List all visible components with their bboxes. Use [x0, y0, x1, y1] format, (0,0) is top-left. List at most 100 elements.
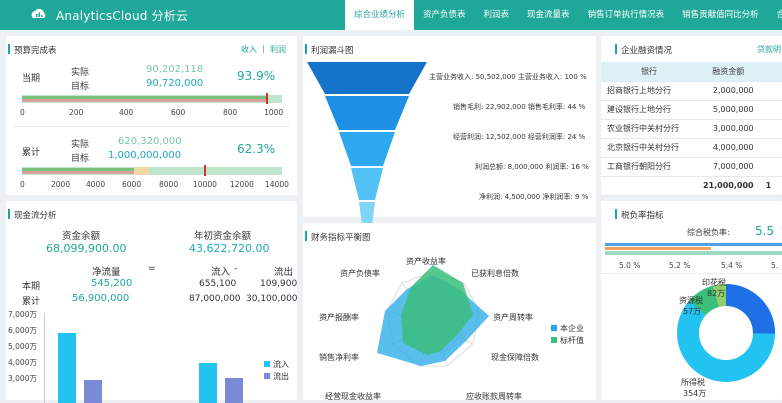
- extra-cell: [759, 100, 782, 120]
- current-actual-value: 90,202,118: [146, 64, 204, 75]
- bank-name: 农业银行中关村分行: [601, 119, 697, 139]
- income-tax-name: 所得税: [681, 378, 705, 387]
- bank-name: 工商银行朝阳分行: [601, 157, 697, 177]
- extra-cell: [759, 119, 782, 139]
- financing-panel: 企业融资情况 贷款明 银行 融资金额 招商银行上地分行 2,000,000 建设银…: [601, 36, 782, 196]
- tax-bar-green: [605, 251, 782, 255]
- axis2-tick: 8000: [159, 180, 179, 189]
- axis1-tick: 600: [171, 108, 186, 117]
- amount-cell: 7,000,000: [697, 157, 760, 177]
- period-outflow-value: 109,900: [260, 279, 298, 289]
- current-actual-label: 实际: [71, 68, 90, 78]
- total-amount: 21,000,000: [697, 176, 760, 196]
- tax-bar-blue: [605, 243, 782, 246]
- inflow-legend-label: 流入: [273, 360, 289, 369]
- cumulative-segment: [134, 167, 149, 175]
- tab-balance-sheet[interactable]: 资产负债表: [414, 0, 475, 30]
- current-target-value: 90,720,000: [146, 78, 204, 89]
- stamp-tax-value: 82万: [707, 289, 726, 298]
- radar-axis-label: 经营现金收益率: [325, 392, 381, 401]
- radar-axis-label: 已获利息倍数: [471, 269, 519, 278]
- y-tick: 5,000万: [8, 342, 37, 351]
- initial-balance-value: 43,622,720.00: [189, 242, 270, 255]
- tax-burden-title: 税负率指标: [615, 209, 664, 221]
- table-row[interactable]: 建设银行上地分行 5,000,000: [601, 100, 782, 120]
- table-row[interactable]: 农业银行中关村分行 3,000,000: [601, 119, 782, 139]
- cumulative-target-label: 目标: [71, 154, 90, 164]
- tax-axis-tick: 5.0 %: [619, 261, 641, 270]
- benchmark-legend-label: 标杆值: [560, 336, 584, 345]
- stamp-tax-name: 印花税: [702, 278, 726, 287]
- funnel-stage-revenue: [307, 62, 427, 94]
- tax-axis-tick: 5.: [771, 261, 779, 270]
- tax-axis-tick: 5.4 %: [721, 261, 743, 270]
- profit-funnel-title: 利润漏斗图: [305, 44, 354, 56]
- tab-consolidated[interactable]: 合并: [768, 0, 782, 30]
- radar-axis-label: 资产报酬率: [319, 313, 359, 322]
- axis2-tick: 0: [20, 180, 25, 189]
- main-nav: 综合业绩分析 资产负债表 利润表 现金流量表 销售订单执行情况表 销售贡献值同比…: [343, 0, 782, 30]
- cumulative-target-value: 1,000,000,000: [108, 150, 182, 161]
- tab-sales-contribution[interactable]: 销售贡献值同比分析: [673, 0, 768, 30]
- benchmark-legend-swatch: [551, 337, 557, 343]
- axis2-tick: 4000: [86, 180, 106, 189]
- table-row[interactable]: 工商银行朝阳分行 7,000,000: [601, 157, 782, 177]
- funnel-label-net-profit: 净利润: 4,500,000 净利润率: 9 %: [479, 193, 589, 201]
- company-legend-swatch: [551, 325, 557, 331]
- outflow-legend-swatch: [264, 373, 270, 379]
- total-row: 21,000,000 1: [601, 176, 782, 196]
- budget-panel: 预算完成表 收入 | 利润 当期 实际 目标 90,202,118 90,720…: [6, 36, 297, 195]
- amount-cell: 4,000,000: [697, 138, 760, 158]
- balance-value: 68,099,900.00: [46, 242, 127, 255]
- y-tick: 3,000万: [8, 374, 37, 383]
- axis2-tick: 14000: [265, 180, 289, 189]
- tax-bar-orange: [605, 247, 711, 250]
- financing-table: 银行 融资金额 招商银行上地分行 2,000,000 建设银行上地分行 5,000,…: [601, 62, 782, 196]
- income-link[interactable]: 收入: [241, 44, 257, 55]
- tab-overall-performance[interactable]: 综合业绩分析: [345, 0, 415, 30]
- cash-flow-title: 现金流分析: [8, 209, 57, 221]
- cash-flow-panel: 现金流分析 资金余额 68,099,900.00 年初资金余额 43,622,7…: [6, 201, 298, 403]
- total-extra: 1: [759, 176, 782, 196]
- minus-sign: -: [234, 264, 238, 274]
- axis1-tick: 200: [69, 108, 84, 117]
- axis1-tick: 0: [20, 108, 25, 117]
- resource-tax-name: 资源税: [679, 296, 703, 305]
- profit-funnel-panel: 利润漏斗图 主营业务收入: 50,502,000 主营业务收入: 100 % 销…: [303, 36, 596, 234]
- cumulative-percent: 62.3%: [237, 142, 276, 156]
- bar-inflow-cumulative: [199, 363, 217, 403]
- cumulative-label: 累计: [22, 148, 41, 158]
- extra-cell: [759, 157, 782, 177]
- axis1-tick: 800: [223, 108, 238, 117]
- cloud-logo-icon: [31, 8, 46, 18]
- cumulative-outflow-value: 30,100,000: [246, 294, 298, 304]
- funnel-label-operating-profit: 经营利润: 12,502,000 经营利润率: 24 %: [453, 133, 586, 141]
- company-legend-label: 本企业: [560, 324, 584, 333]
- period-net-value: 545,200: [91, 278, 133, 289]
- funnel-stage-operating-profit: [339, 132, 395, 166]
- axis1-tick: 400: [119, 108, 134, 117]
- tab-income-statement[interactable]: 利润表: [475, 0, 519, 30]
- extra-cell: [759, 81, 782, 101]
- amount-cell: 3,000,000: [697, 119, 760, 139]
- overall-tax-label: 综合税负率:: [687, 228, 730, 237]
- table-row[interactable]: 北京银行中关村分行 4,000,000: [601, 138, 782, 158]
- axis2-tick: 10000: [193, 180, 217, 189]
- cumulative-target-marker: [204, 165, 206, 176]
- link-separator: |: [262, 44, 265, 53]
- bank-name: 北京银行中关村分行: [601, 138, 697, 158]
- bank-name: 招商银行上地分行: [601, 81, 697, 101]
- axis2-tick: 2000: [51, 180, 71, 189]
- profit-link[interactable]: 利润: [270, 44, 286, 55]
- y-tick: 4,000万: [8, 358, 37, 367]
- loan-detail-link[interactable]: 贷款明: [757, 44, 781, 55]
- tax-burden-panel: 税负率指标 综合税负率: 5.5 5.0 % 5.2 % 5.4 % 5. 印花…: [601, 201, 782, 400]
- tab-sales-orders[interactable]: 销售订单执行情况表: [579, 0, 674, 30]
- financial-radar-panel: 财务指标平衡图 资产收益率 已获利息倍数 资产周转率 现金保障倍数 应收账款周转…: [303, 223, 596, 401]
- funnel-label-revenue: 主营业务收入: 50,502,000 主营业务收入: 100 %: [429, 73, 587, 81]
- table-row[interactable]: 招商银行上地分行 2,000,000: [601, 81, 782, 101]
- cumulative-net-value: 56,900,000: [72, 293, 130, 304]
- tab-cash-flow[interactable]: 现金流量表: [518, 0, 579, 30]
- radar-axis-label: 资产收益率: [406, 257, 446, 266]
- cumulative-actual-value: 620,320,000: [118, 136, 182, 147]
